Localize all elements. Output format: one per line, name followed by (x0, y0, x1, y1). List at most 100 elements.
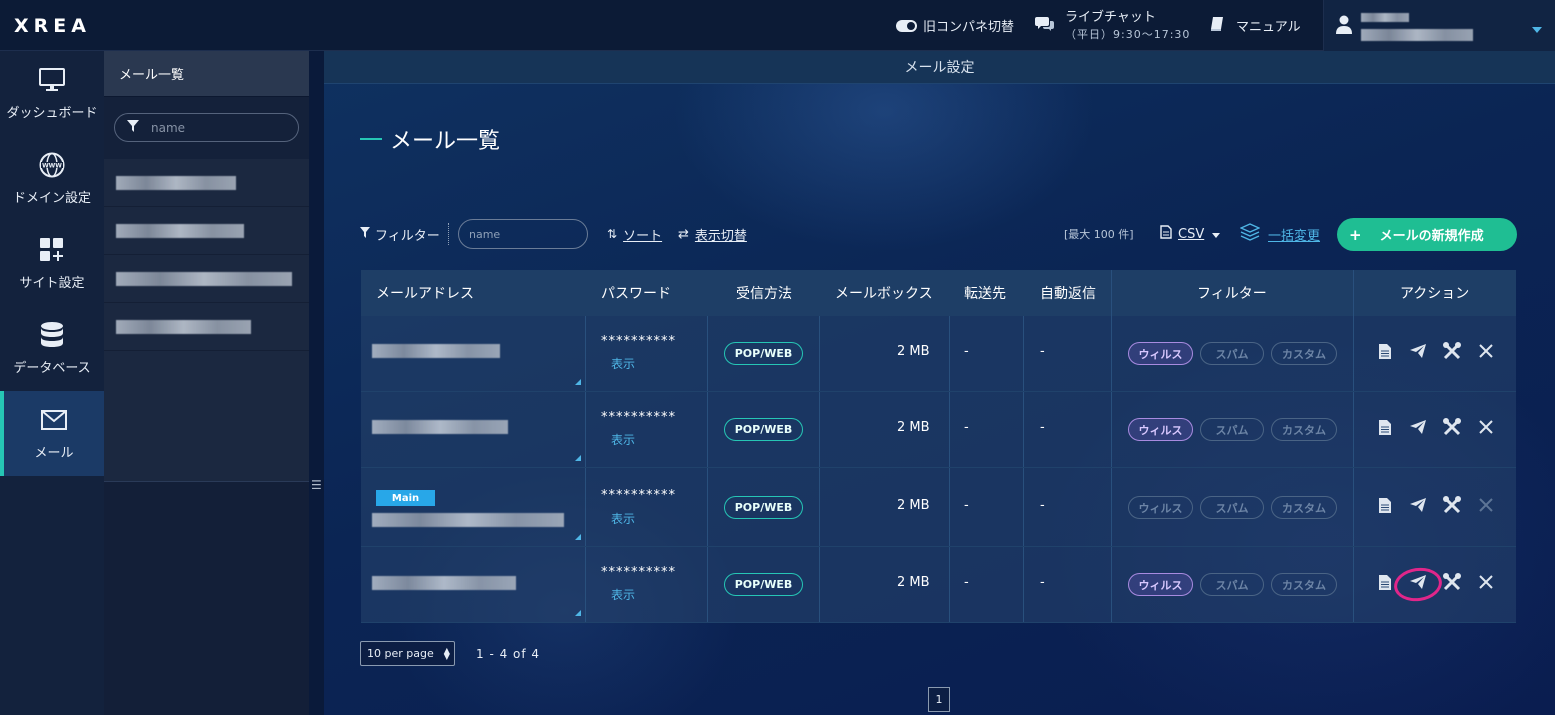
list-item[interactable] (104, 159, 309, 207)
expand-corner-icon[interactable] (575, 455, 581, 461)
divider (1353, 392, 1354, 467)
manual-label: マニュアル (1236, 20, 1301, 35)
virus-filter-toggle[interactable]: ウィルス (1128, 496, 1193, 519)
toolbar: フィルター name ⇅ ソート ⇄ 表示切替 [最大 100 件] CSV 一… (360, 218, 1517, 251)
sort-button[interactable]: ⇅ ソート (607, 218, 662, 250)
nav-site[interactable]: サイト設定 (0, 221, 104, 306)
show-password-link[interactable]: 表示 (611, 355, 635, 372)
list-item[interactable] (104, 255, 309, 303)
sub-filter-input[interactable]: name (114, 113, 299, 142)
nav-database[interactable]: データベース (0, 306, 104, 391)
divider (1023, 316, 1024, 391)
tools-icon[interactable] (1443, 573, 1461, 591)
nav-dashboard[interactable]: ダッシュボード (0, 51, 104, 136)
nav-label: データベース (13, 361, 91, 376)
mail-sub-panel: メール一覧 name (104, 51, 309, 715)
document-icon[interactable] (1376, 573, 1394, 591)
tools-icon[interactable] (1443, 496, 1461, 514)
virus-filter-toggle[interactable]: ウィルス (1128, 573, 1193, 596)
tools-icon[interactable] (1443, 418, 1461, 436)
expand-corner-icon[interactable] (575, 610, 581, 616)
col-autoreply[interactable]: 自動返信 (1040, 270, 1096, 316)
mail-icon (40, 406, 68, 434)
filter-icon (127, 120, 139, 135)
display-toggle-button[interactable]: ⇄ 表示切替 (678, 218, 747, 250)
col-mailbox[interactable]: メールボックス (835, 270, 933, 316)
custom-filter-toggle[interactable]: カスタム (1271, 573, 1337, 596)
col-password[interactable]: パスワード (601, 270, 671, 316)
bulk-change-label: 一括変更 (1268, 228, 1321, 244)
show-password-link[interactable]: 表示 (611, 510, 635, 527)
live-chat-link[interactable]: ライブチャット （平日）9:30〜17:30 (1035, 0, 1190, 51)
table-row[interactable]: ********** 表示 POP/WEB 2 MB - - ウィルス スパム … (361, 316, 1516, 392)
custom-filter-toggle[interactable]: カスタム (1271, 496, 1337, 519)
autoreply-value: - (1040, 420, 1045, 435)
main-badge: Main (376, 490, 435, 506)
filter-input[interactable]: name (458, 218, 588, 250)
filter-label: フィルター (360, 218, 449, 250)
spam-filter-toggle[interactable]: スパム (1200, 573, 1264, 596)
mailbox-size: 2 MB (897, 498, 930, 513)
virus-filter-toggle[interactable]: ウィルス (1128, 342, 1193, 365)
bulk-change-button[interactable]: 一括変更 (1239, 218, 1321, 250)
mail-table: メールアドレス パスワード 受信方法 メールボックス 転送先 自動返信 フィルタ… (361, 270, 1516, 623)
expand-corner-icon[interactable] (575, 534, 581, 540)
close-icon[interactable] (1477, 418, 1495, 436)
filter-label-text: フィルター (375, 228, 440, 244)
show-password-link[interactable]: 表示 (611, 431, 635, 448)
document-icon[interactable] (1376, 342, 1394, 360)
mail-address-redacted (372, 344, 500, 358)
list-item[interactable] (104, 207, 309, 255)
virus-filter-toggle[interactable]: ウィルス (1128, 418, 1193, 441)
method-badge: POP/WEB (724, 496, 803, 519)
col-email[interactable]: メールアドレス (376, 270, 474, 316)
user-menu[interactable] (1323, 0, 1555, 51)
resize-grip-icon[interactable]: ☰ (311, 478, 322, 492)
divider (1111, 270, 1112, 316)
old-panel-label: 旧コンパネ切替 (923, 20, 1015, 35)
csv-dropdown[interactable]: CSV (1160, 218, 1221, 250)
pagination-bar: 10 per page ▲ ▼ 1 - 4 of 4 (360, 641, 540, 666)
nav-domain[interactable]: WWW ドメイン設定 (0, 136, 104, 221)
send-icon[interactable] (1409, 496, 1427, 514)
send-icon[interactable] (1409, 418, 1427, 436)
table-row[interactable]: Main ********** 表示 POP/WEB 2 MB - - ウィルス… (361, 468, 1516, 547)
show-password-link[interactable]: 表示 (611, 586, 635, 603)
divider (585, 316, 586, 391)
per-page-select[interactable]: 10 per page ▲ ▼ (360, 641, 455, 666)
table-row[interactable]: ********** 表示 POP/WEB 2 MB - - ウィルス スパム … (361, 547, 1516, 623)
divider (707, 316, 708, 391)
table-row[interactable]: ********** 表示 POP/WEB 2 MB - - ウィルス スパム … (361, 392, 1516, 468)
custom-filter-toggle[interactable]: カスタム (1271, 342, 1337, 365)
col-forward[interactable]: 転送先 (964, 270, 1006, 316)
main-content: メール設定 メール一覧 フィルター name ⇅ ソート ⇄ 表示切替 [最大 … (324, 51, 1555, 715)
document-icon[interactable] (1376, 418, 1394, 436)
top-bar: XREA 旧コンパネ切替 ライブチャット （平日）9:30〜17:30 マニュア… (0, 0, 1555, 51)
mailbox-size: 2 MB (897, 344, 930, 359)
tools-icon[interactable] (1443, 342, 1461, 360)
custom-filter-toggle[interactable]: カスタム (1271, 418, 1337, 441)
list-item[interactable] (104, 303, 309, 351)
close-icon[interactable] (1477, 342, 1495, 360)
expand-corner-icon[interactable] (575, 379, 581, 385)
col-filter: フィルター (1197, 286, 1267, 302)
manual-link[interactable]: マニュアル (1210, 0, 1301, 51)
new-mail-button[interactable]: + メールの新規作成 (1337, 218, 1517, 251)
nav-mail[interactable]: メール (0, 391, 104, 476)
close-icon[interactable] (1477, 573, 1495, 591)
spam-filter-toggle[interactable]: スパム (1200, 496, 1264, 519)
page-1-button[interactable]: 1 (928, 687, 950, 712)
globe-icon: WWW (38, 151, 66, 179)
col-method[interactable]: 受信方法 (736, 270, 792, 316)
document-icon[interactable] (1376, 496, 1394, 514)
autoreply-value: - (1040, 498, 1045, 513)
password-mask: ********** (601, 565, 676, 580)
mail-address-redacted (116, 224, 244, 238)
old-panel-toggle[interactable]: 旧コンパネ切替 (896, 0, 1014, 51)
spam-filter-toggle[interactable]: スパム (1200, 342, 1264, 365)
spam-filter-toggle[interactable]: スパム (1200, 418, 1264, 441)
xrea-logo[interactable]: XREA (14, 15, 91, 37)
send-icon[interactable] (1409, 342, 1427, 360)
sort-icon: ⇅ (607, 227, 618, 241)
display-toggle-label: 表示切替 (694, 228, 747, 244)
